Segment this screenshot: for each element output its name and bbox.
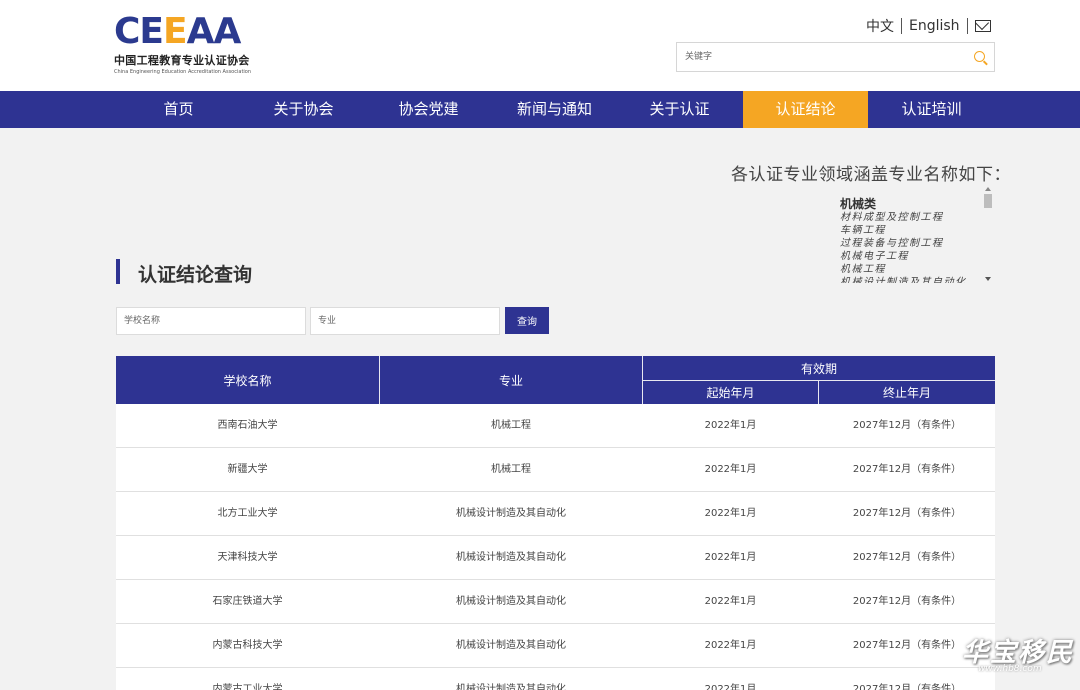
mail-icon[interactable] — [974, 20, 991, 32]
category-item: 机械设计制造及其自动化 — [840, 277, 967, 283]
cell-start: 2022年1月 — [704, 508, 757, 519]
table-row: 石家庄铁道大学 机械设计制造及其自动化 2022年1月 2027年12月（有条件） — [116, 580, 995, 624]
site-header: CEEAA 中国工程教育专业认证协会 China Engineering Edu… — [0, 0, 1080, 91]
language-switcher: 中文 English — [866, 16, 991, 36]
category-group: 机械类 — [840, 197, 877, 211]
cell-major: 机械设计制造及其自动化 — [456, 508, 566, 519]
lang-divider — [966, 18, 968, 34]
cell-major: 机械工程 — [491, 420, 531, 431]
col-validity-header: 有效期 — [800, 361, 837, 376]
query-button[interactable]: 查询 — [505, 307, 549, 334]
table-row: 北方工业大学 机械设计制造及其自动化 2022年1月 2027年12月（有条件） — [116, 492, 995, 536]
scroll-up-icon[interactable] — [985, 187, 991, 191]
cell-start: 2022年1月 — [704, 684, 757, 690]
cell-major: 机械设计制造及其自动化 — [456, 552, 566, 563]
cell-major: 机械设计制造及其自动化 — [456, 684, 566, 690]
cell-end: 2027年12月（有条件） — [852, 596, 962, 607]
cell-start: 2022年1月 — [704, 420, 757, 431]
table-row: 天津科技大学 机械设计制造及其自动化 2022年1月 2027年12月（有条件） — [116, 536, 995, 580]
keyword-search-input[interactable] — [677, 43, 957, 71]
major-input[interactable] — [310, 307, 500, 335]
nav-item[interactable]: 关于协会 — [241, 91, 366, 128]
cell-start: 2022年1月 — [704, 640, 757, 651]
cell-major: 机械设计制造及其自动化 — [456, 596, 566, 607]
lang-divider — [901, 18, 902, 34]
table-body: 西南石油大学 机械工程 2022年1月 2027年12月（有条件） 新疆大学 机械工程 20… — [116, 404, 995, 690]
school-name-input[interactable] — [116, 307, 306, 335]
cell-school: 北方工业大学 — [217, 508, 278, 519]
cell-school: 新疆大学 — [227, 464, 268, 475]
cell-start: 2022年1月 — [704, 552, 757, 563]
col-major-header: 专业 — [498, 373, 523, 388]
logo-name-en: China Engineering Education Accreditatio… — [114, 69, 252, 75]
nav-item[interactable]: 认证培训 — [869, 91, 994, 128]
nav-item[interactable]: 新闻与通知 — [492, 91, 617, 128]
table-row: 新疆大学 机械工程 2022年1月 2027年12月（有条件） — [116, 448, 995, 492]
header-divider — [643, 380, 995, 381]
col-start-header: 起始年月 — [706, 386, 755, 400]
cell-end: 2027年12月（有条件） — [852, 552, 962, 563]
header-divider — [818, 380, 819, 404]
nav-item[interactable]: 关于认证 — [617, 91, 742, 128]
category-item: 材料成型及控制工程 — [840, 212, 944, 223]
category-item: 机械电子工程 — [840, 251, 909, 262]
site-search — [676, 42, 995, 72]
col-school-header: 学校名称 — [223, 373, 272, 388]
table-header: 学校名称 专业 有效期 起始年月 终止年月 — [116, 356, 995, 404]
main-nav: 首页 关于协会 协会党建 新闻与通知 关于认证 认证结论 认证培训 — [0, 91, 1080, 128]
cell-school: 石家庄铁道大学 — [212, 596, 283, 607]
cell-end: 2027年12月（有条件） — [852, 684, 962, 690]
cell-major: 机械工程 — [491, 464, 531, 475]
categories-list: 机械类 材料成型及控制工程 车辆工程过程装备与控制工程 机械电子工程 机械工程机械设计… — [840, 197, 980, 283]
watermark-url: www.hb8.com — [978, 664, 1042, 674]
logo-name-cn: 中国工程教育专业认证协会 — [114, 54, 250, 67]
lang-cn-link[interactable]: 中文 — [866, 16, 894, 36]
categories-scrollbar[interactable] — [983, 186, 993, 283]
categories-title: 各认证专业领域涵盖专业名称如下： — [731, 165, 1011, 185]
site-logo[interactable]: CEEAA 中国工程教育专业认证协会 China Engineering Edu… — [114, 11, 266, 76]
results-table: 学校名称 专业 有效期 起始年月 终止年月 西南石油大学 机械工程 2022年1月 2… — [116, 356, 995, 690]
categories-listbox[interactable]: 机械类 材料成型及控制工程 车辆工程过程装备与控制工程 机械电子工程 机械工程机械设计… — [838, 186, 995, 283]
cell-end: 2027年12月（有条件） — [852, 508, 962, 519]
cell-end: 2027年12月（有条件） — [852, 464, 962, 475]
scroll-thumb[interactable] — [984, 194, 992, 208]
category-item: 机械工程 — [840, 264, 886, 275]
nav-item[interactable]: 首页 — [116, 91, 241, 128]
cell-school: 内蒙古科技大学 — [212, 640, 283, 651]
cell-end: 2027年12月（有条件） — [852, 420, 962, 431]
table-row: 内蒙古工业大学 机械设计制造及其自动化 2022年1月 2027年12月（有条件） — [116, 668, 995, 690]
col-end-header: 终止年月 — [882, 386, 931, 400]
logo-mark: CEEAA — [114, 11, 241, 52]
page-title: 认证结论查询 — [138, 264, 253, 286]
category-item: 车辆工程 — [840, 225, 886, 236]
cell-major: 机械设计制造及其自动化 — [456, 640, 566, 651]
category-item: 过程装备与控制工程 — [840, 238, 944, 249]
header-divider — [379, 356, 380, 404]
cell-start: 2022年1月 — [704, 596, 757, 607]
cell-school: 天津科技大学 — [217, 552, 278, 563]
lang-en-link[interactable]: English — [909, 18, 960, 34]
search-icon[interactable] — [974, 51, 985, 62]
cell-school: 内蒙古工业大学 — [212, 684, 283, 690]
nav-item[interactable]: 认证结论 — [743, 91, 868, 128]
table-row: 内蒙古科技大学 机械设计制造及其自动化 2022年1月 2027年12月（有条件） — [116, 624, 995, 668]
table-row: 西南石油大学 机械工程 2022年1月 2027年12月（有条件） — [116, 404, 995, 448]
scroll-down-icon[interactable] — [985, 277, 991, 281]
nav-item[interactable]: 协会党建 — [366, 91, 491, 128]
cell-school: 西南石油大学 — [217, 420, 278, 431]
section-accent-bar — [116, 259, 120, 284]
cell-start: 2022年1月 — [704, 464, 757, 475]
